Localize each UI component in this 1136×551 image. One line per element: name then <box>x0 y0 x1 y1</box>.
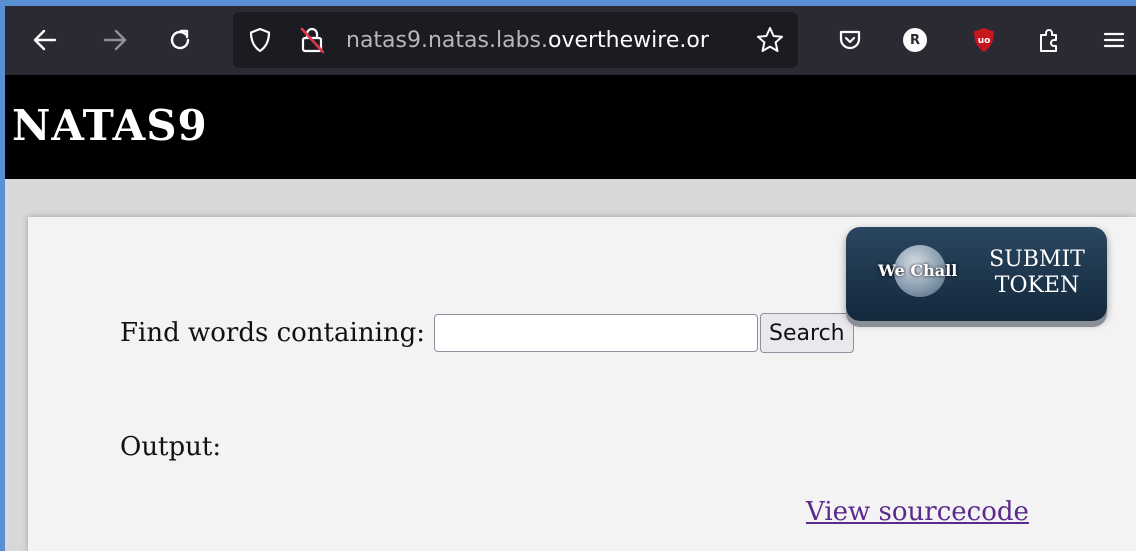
wechall-logo: We Chall <box>878 261 958 280</box>
shield-icon <box>249 27 271 53</box>
url-text[interactable]: natas9.natas.labs.overthewire.or <box>346 27 746 55</box>
browser-toolbar: natas9.natas.labs.overthewire.or R uo <box>5 6 1136 75</box>
avatar: R <box>903 28 927 52</box>
token-label: TOKEN <box>994 273 1080 298</box>
back-button[interactable] <box>28 23 62 57</box>
lock-warning-icon <box>300 27 325 54</box>
star-icon <box>757 27 783 52</box>
address-bar[interactable]: natas9.natas.labs.overthewire.or <box>233 12 798 68</box>
arrow-right-icon <box>103 29 127 51</box>
search-form: Find words containing: Search <box>120 311 854 355</box>
pocket-icon <box>839 30 861 50</box>
view-sourcecode-link[interactable]: View sourcecode <box>806 497 1029 527</box>
profile-button[interactable]: R <box>898 23 932 57</box>
ublock-button[interactable]: uo <box>967 23 1001 57</box>
extensions-button[interactable] <box>1032 23 1066 57</box>
menu-button[interactable] <box>1097 23 1131 57</box>
extensions-icon <box>1040 29 1057 52</box>
submit-token-label: SUBMIT TOKEN <box>982 247 1092 299</box>
reload-button[interactable] <box>163 23 197 57</box>
bookmark-button[interactable] <box>753 23 787 57</box>
site-header: NATAS9 <box>5 75 1136 179</box>
arrow-left-icon <box>33 29 57 51</box>
avatar-initial: R <box>909 32 920 48</box>
url-prefix: natas9.natas.labs. <box>346 28 548 53</box>
wechall-submit-token-button[interactable]: We Chall SUBMIT TOKEN <box>846 227 1107 321</box>
submit-label: SUBMIT <box>989 247 1085 272</box>
output-label: Output: <box>120 432 222 462</box>
forward-button[interactable] <box>98 23 132 57</box>
ublock-icon: uo <box>974 28 994 52</box>
reload-icon <box>170 29 190 50</box>
tracking-protection-button[interactable] <box>243 23 277 57</box>
url-domain: overthewire.or <box>548 28 709 53</box>
hamburger-menu-icon <box>1103 32 1125 48</box>
site-security-button[interactable] <box>295 23 329 57</box>
svg-text:uo: uo <box>978 36 991 46</box>
page-title: NATAS9 <box>12 101 208 150</box>
search-button[interactable]: Search <box>760 313 854 353</box>
search-label: Find words containing: <box>120 318 426 348</box>
search-input[interactable] <box>434 314 759 352</box>
pocket-button[interactable] <box>833 23 867 57</box>
browser-window: natas9.natas.labs.overthewire.or R uo NA… <box>5 6 1136 551</box>
